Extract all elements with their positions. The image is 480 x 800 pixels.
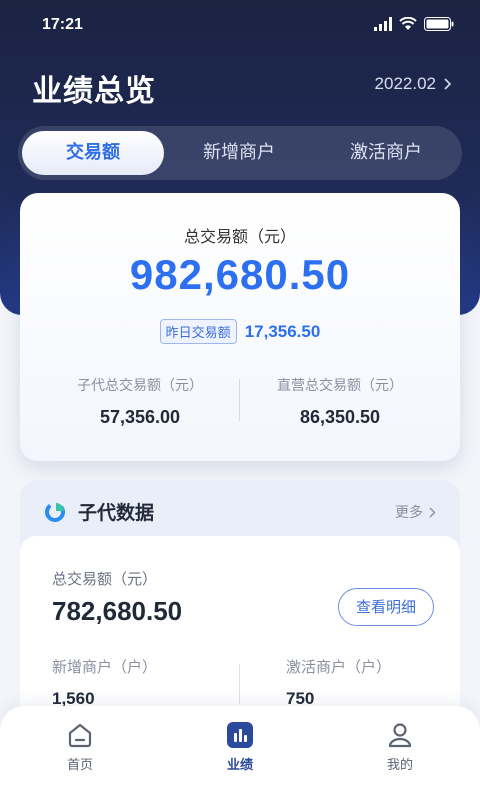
sub-agent-total: 子代总交易额（元） 57,356.00 xyxy=(40,375,240,428)
bottom-tab-bar: 首页 业绩 我的 xyxy=(0,706,480,800)
tabbar-item-performance[interactable]: 业绩 xyxy=(160,706,320,800)
direct-total-label: 直营总交易额（元） xyxy=(277,378,403,394)
view-details-button[interactable]: 查看明细 xyxy=(338,588,434,626)
chevron-right-icon xyxy=(444,78,452,90)
sub-total-label: 总交易额（元） xyxy=(52,570,158,588)
home-icon xyxy=(68,723,92,748)
metric-tabs: 交易额 新增商户 激活商户 xyxy=(18,126,462,180)
direct-total: 直营总交易额（元） 86,350.50 xyxy=(240,375,440,428)
sub-panel-header: 子代数据 xyxy=(44,498,154,525)
signal-icon xyxy=(374,17,392,31)
sub-panel-title: 子代数据 xyxy=(78,502,155,524)
user-icon xyxy=(388,723,412,748)
active-merchants-label: 激活商户（户） xyxy=(286,658,392,676)
chevron-right-icon xyxy=(429,507,436,517)
tabbar-label: 首页 xyxy=(66,758,93,773)
total-amount-label: 总交易额（元） xyxy=(183,227,296,246)
tabbar-item-profile[interactable]: 我的 xyxy=(320,706,480,800)
sub-agent-panel: 子代数据 更多 总交易额（元） 782,680.50 查看明细 新增商户（户） … xyxy=(20,480,460,726)
chart-icon xyxy=(227,722,253,748)
status-bar: 17:21 xyxy=(0,0,480,52)
yesterday-value: 17,356.50 xyxy=(244,321,321,341)
period-label: 2022.02 xyxy=(374,74,436,93)
status-icons xyxy=(374,17,454,31)
pie-chart-icon xyxy=(45,501,65,522)
yesterday-tag: 昨日交易额 xyxy=(159,319,237,344)
new-merchants-label: 新增商户（户） xyxy=(52,658,158,676)
direct-total-value: 86,350.50 xyxy=(299,407,381,427)
more-label: 更多 xyxy=(395,505,423,521)
active-merchants-stat: 激活商户（户） 750 xyxy=(286,656,391,709)
battery-icon xyxy=(424,17,454,31)
tab-active-merchants[interactable]: 激活商户 xyxy=(314,131,458,175)
tabbar-label: 业绩 xyxy=(226,758,253,773)
yesterday-row: 昨日交易额 17,356.50 xyxy=(20,319,460,344)
page-title: 业绩总览 xyxy=(32,74,156,109)
total-amount-value: 982,680.50 xyxy=(129,251,351,298)
sub-agent-total-value: 57,356.00 xyxy=(99,407,181,427)
sub-total-value: 782,680.50 xyxy=(52,596,183,626)
sub-panel-body: 总交易额（元） 782,680.50 查看明细 新增商户（户） 1,560 激活… xyxy=(20,536,460,726)
tabbar-item-home[interactable]: 首页 xyxy=(0,706,160,800)
tab-transaction-amount[interactable]: 交易额 xyxy=(22,131,164,175)
period-selector[interactable]: 2022.02 xyxy=(375,74,452,94)
new-merchants-stat: 新增商户（户） 1,560 xyxy=(52,656,157,709)
wifi-icon xyxy=(399,17,417,30)
more-link[interactable]: 更多 xyxy=(395,502,436,522)
tabbar-label: 我的 xyxy=(386,758,413,773)
summary-card: 总交易额（元） 982,680.50 昨日交易额 17,356.50 子代总交易… xyxy=(20,193,460,461)
divider xyxy=(239,664,240,704)
sub-agent-total-label: 子代总交易额（元） xyxy=(77,378,203,394)
status-time: 17:21 xyxy=(42,16,83,33)
tab-new-merchants[interactable]: 新增商户 xyxy=(164,131,314,175)
